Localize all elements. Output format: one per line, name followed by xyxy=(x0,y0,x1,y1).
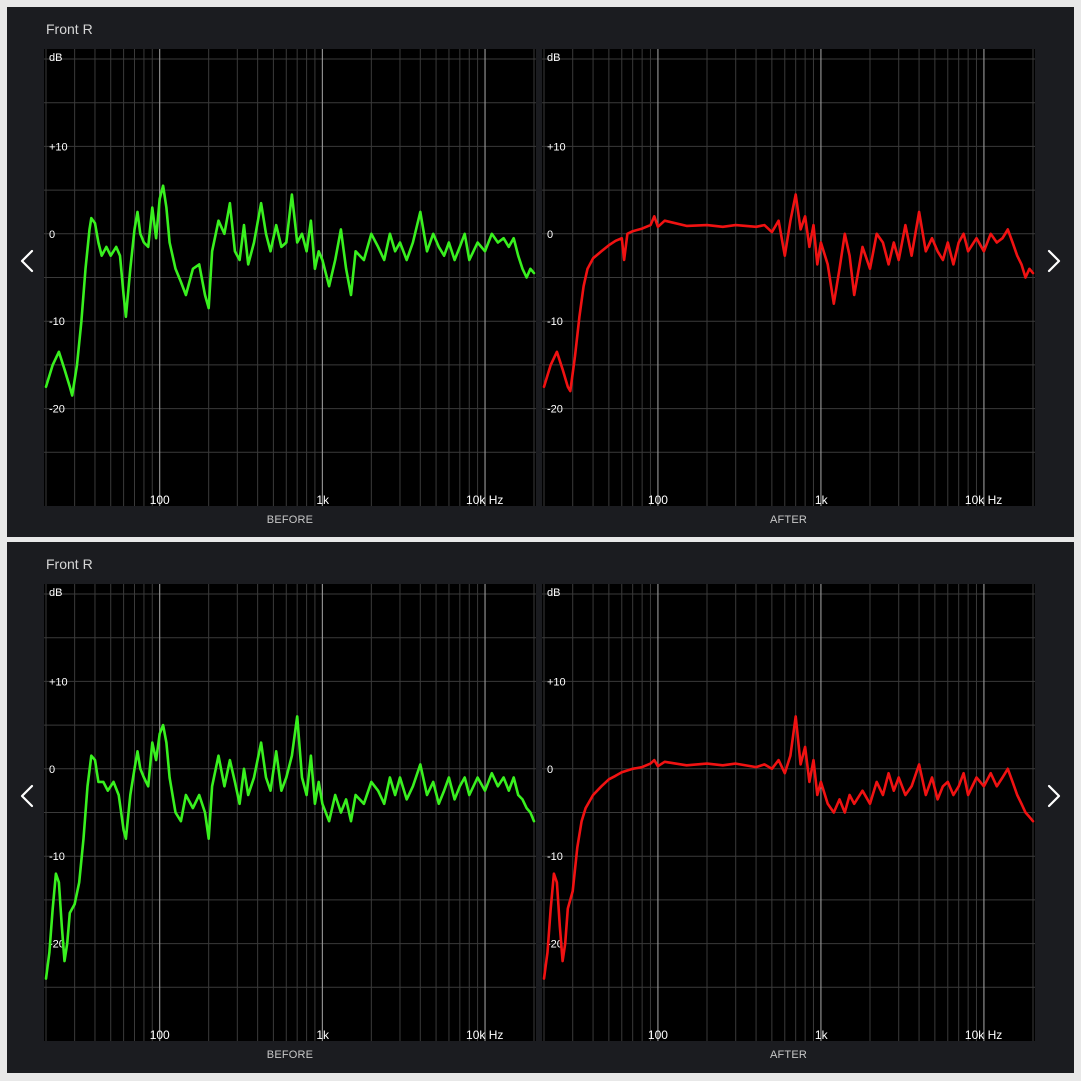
x-tick-label: 1k xyxy=(815,1028,829,1041)
y-tick-label: -10 xyxy=(547,851,563,863)
x-tick-label: 100 xyxy=(648,1028,668,1041)
y-tick-label: dB xyxy=(547,587,560,599)
chevron-right-icon[interactable] xyxy=(1039,247,1067,275)
x-tick-label: 100 xyxy=(150,1028,170,1041)
chevron-left-icon[interactable] xyxy=(14,247,42,275)
chevron-right-icon[interactable] xyxy=(1039,782,1067,810)
after-label: AFTER xyxy=(769,514,808,526)
x-tick-label: 1k xyxy=(815,493,829,506)
after-chart: dB +10 0 -10 -20 100 1k 10k Hz xyxy=(542,49,1035,506)
x-tick-label: 1k xyxy=(316,1028,330,1041)
y-tick-label: -20 xyxy=(49,404,65,416)
x-tick-label: 100 xyxy=(648,493,668,506)
y-tick-label: 0 xyxy=(547,229,553,241)
x-tick-label: 100 xyxy=(150,493,170,506)
before-chart: dB +10 0 -10 -20 100 1k 10k Hz xyxy=(44,49,536,506)
before-label: BEFORE xyxy=(266,1049,314,1061)
y-tick-label: -10 xyxy=(49,851,65,863)
y-tick-label: +10 xyxy=(49,141,68,153)
y-tick-label: 0 xyxy=(49,229,55,241)
measurement-panel: Front R dB +10 0 -10 -20 100 1k 10k Hz dB +10 0 -1… xyxy=(7,542,1074,1073)
frequency-response-line xyxy=(542,193,1035,393)
y-tick-label: dB xyxy=(49,587,62,599)
y-tick-label: -20 xyxy=(547,404,563,416)
y-tick-label: -10 xyxy=(49,316,65,328)
y-tick-label: +10 xyxy=(547,676,566,688)
y-tick-label: 0 xyxy=(547,764,553,776)
y-tick-label: dB xyxy=(547,52,560,64)
before-chart: dB +10 0 -10 -20 100 1k 10k Hz xyxy=(44,584,536,1041)
x-tick-label: 1k xyxy=(316,493,330,506)
y-tick-label: +10 xyxy=(547,141,566,153)
x-tick-label: 10k Hz xyxy=(466,1028,503,1041)
chevron-left-icon[interactable] xyxy=(14,782,42,810)
after-chart: dB +10 0 -10 -20 100 1k 10k Hz xyxy=(542,584,1035,1041)
frequency-response-line xyxy=(542,715,1035,980)
x-tick-label: 10k Hz xyxy=(965,1028,1002,1041)
x-tick-label: 10k Hz xyxy=(965,493,1002,506)
after-label: AFTER xyxy=(769,1049,808,1061)
panel-title: Front R xyxy=(46,556,93,572)
frequency-response-line xyxy=(44,715,536,980)
y-tick-label: +10 xyxy=(49,676,68,688)
before-label: BEFORE xyxy=(266,514,314,526)
y-tick-label: 0 xyxy=(49,764,55,776)
frequency-response-line xyxy=(44,184,536,397)
y-tick-label: -10 xyxy=(547,316,563,328)
panel-title: Front R xyxy=(46,21,93,37)
x-tick-label: 10k Hz xyxy=(466,493,503,506)
measurement-panel: Front R dB +10 0 -10 -20 100 1k 10k Hz dB +10 0 -1… xyxy=(7,7,1074,537)
y-tick-label: dB xyxy=(49,52,62,64)
